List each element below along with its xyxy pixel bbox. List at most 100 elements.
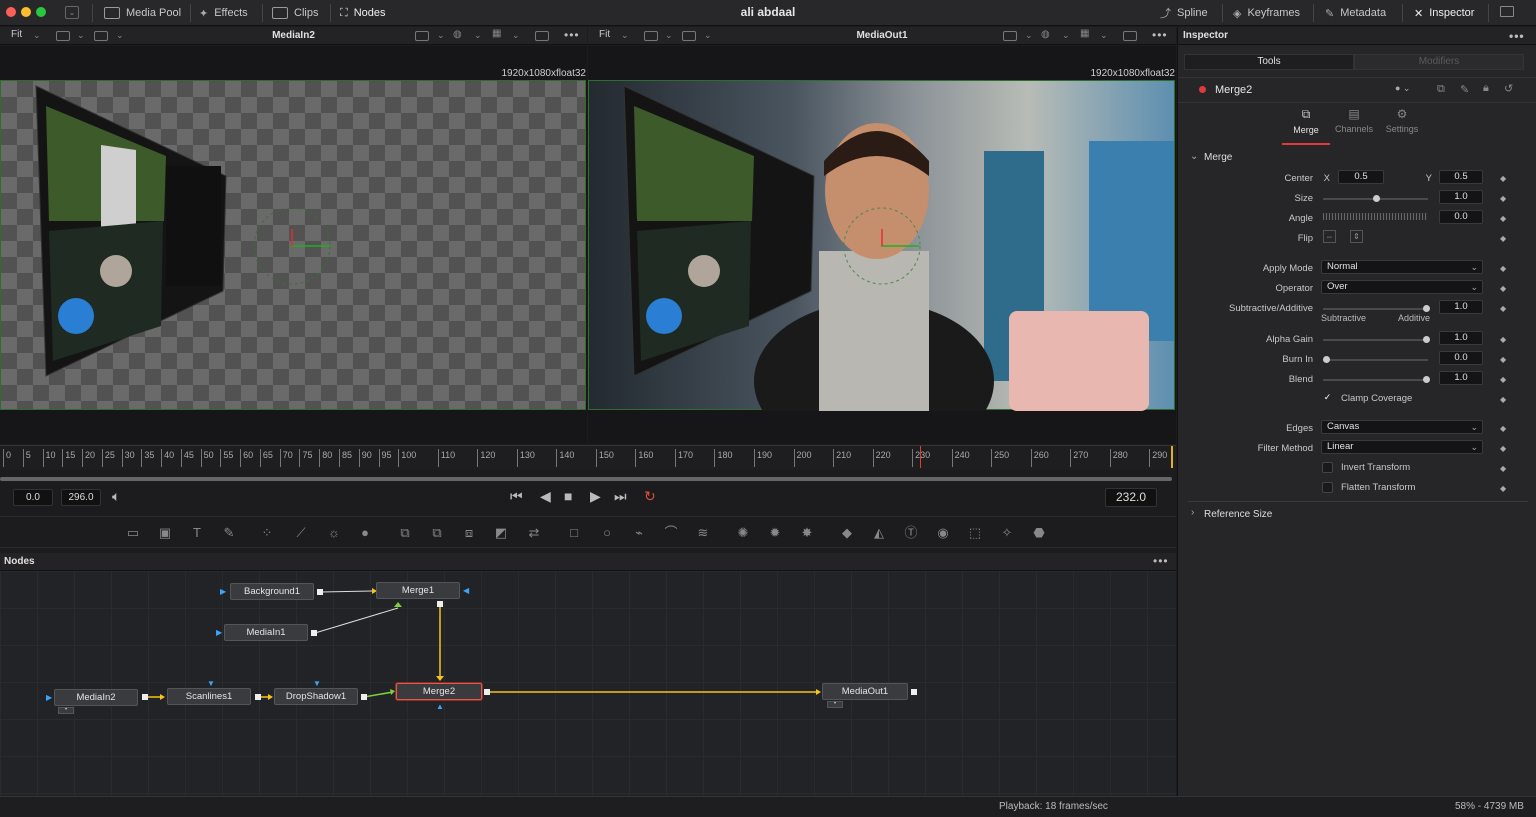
step-back-icon[interactable]: ◀︎	[540, 488, 551, 505]
node-output-port[interactable]	[255, 694, 261, 700]
blur-tool-icon[interactable]: ⧉	[396, 525, 414, 541]
viewer-options-icon[interactable]: •••	[1152, 28, 1168, 42]
angle-thumbwheel[interactable]	[1323, 213, 1428, 220]
render-start-field[interactable]: 0.0	[13, 489, 53, 506]
text-tool-icon[interactable]: T	[188, 525, 206, 541]
nodes-options-icon[interactable]: •••	[1153, 554, 1169, 568]
keyframe-icon[interactable]: ◆	[1500, 335, 1506, 344]
size-slider-knob[interactable]	[1373, 195, 1380, 202]
inspector-button[interactable]: ✕ Inspector	[1414, 0, 1474, 26]
viewer-2-canvas[interactable]	[588, 80, 1175, 411]
light-3d-icon[interactable]: ✧	[998, 525, 1016, 541]
glow-tool-icon[interactable]: ⧉	[428, 525, 446, 541]
node-output-port[interactable]	[317, 589, 323, 595]
bspline-mask-icon[interactable]: ⌒	[662, 525, 680, 541]
go-to-start-icon[interactable]: ⏮︎	[510, 488, 523, 505]
disable-tool-icon[interactable]: ⧉	[1437, 83, 1445, 96]
keyframe-icon[interactable]: ◆	[1500, 444, 1506, 453]
node-mediaout1[interactable]: MediaOut1	[822, 683, 908, 700]
filter-method-select[interactable]: Linear ⌄	[1321, 440, 1483, 454]
merge-3d-icon[interactable]: ◭	[870, 525, 888, 541]
go-to-end-icon[interactable]: ⏭︎	[614, 488, 627, 505]
spline-button[interactable]: ⤴ Spline	[1160, 0, 1208, 26]
background-tool-icon[interactable]: ▭	[124, 525, 142, 541]
clamp-coverage-checkbox[interactable]: ✓	[1322, 392, 1333, 403]
timeline-scrollbar[interactable]	[0, 477, 1172, 481]
subtab-merge[interactable]: ⧉ Merge	[1282, 107, 1330, 145]
keyframe-icon[interactable]: ◆	[1500, 424, 1506, 433]
node-output-port[interactable]	[437, 601, 443, 607]
blend-knob[interactable]	[1423, 376, 1430, 383]
blend-slider[interactable]	[1323, 379, 1428, 381]
tab-modifiers[interactable]: Modifiers	[1354, 54, 1524, 70]
node-scanlines1[interactable]: Scanlines1	[167, 688, 251, 705]
chevron-down-icon[interactable]: ⌄	[33, 30, 41, 41]
keyframe-icon[interactable]: ◆	[1500, 214, 1506, 223]
matte-tool-icon[interactable]: ◩	[492, 525, 510, 541]
flip-vertical-icon[interactable]: ⇕	[1350, 230, 1363, 243]
angle-input[interactable]: 0.0	[1439, 210, 1483, 224]
brightness-tool-icon[interactable]: ☼	[325, 525, 343, 541]
keyframe-icon[interactable]: ◆	[1500, 174, 1506, 183]
node-output-port[interactable]	[484, 689, 490, 695]
loop-icon[interactable]: ↻	[644, 488, 656, 505]
particle-style-icon[interactable]: ✸	[798, 525, 816, 541]
burn-in-input[interactable]: 0.0	[1439, 351, 1483, 365]
apply-mode-select[interactable]: Normal ⌄	[1321, 260, 1483, 274]
keyframe-icon[interactable]: ◆	[1500, 194, 1506, 203]
subtractive-additive-input[interactable]: 1.0	[1439, 300, 1483, 314]
fullscreen-icon[interactable]	[1500, 6, 1514, 17]
particles-tool-icon[interactable]: ⁘	[258, 525, 276, 541]
render-end-field[interactable]: 296.0	[61, 489, 101, 506]
viewer-2[interactable]: 1920x1080xfloat32	[588, 46, 1176, 444]
subtractive-additive-knob[interactable]	[1423, 305, 1430, 312]
ellipse-mask-icon[interactable]: ○	[598, 525, 616, 541]
shape-3d-icon[interactable]: ◆	[838, 525, 856, 541]
invert-transform-checkbox[interactable]	[1322, 462, 1333, 473]
tool-color-icon[interactable]	[1199, 86, 1206, 93]
panel-toggle-icon[interactable]: ⌄	[65, 6, 79, 19]
roi-icon[interactable]	[94, 31, 108, 41]
node-graph[interactable]: ▶ Background1 Merge1 ◀ ▶ MediaIn1 ▶ Medi…	[0, 571, 1176, 796]
section-merge[interactable]: Merge	[1204, 152, 1232, 163]
subtractive-additive-slider[interactable]	[1323, 308, 1428, 310]
keyframe-icon[interactable]: ◆	[1500, 264, 1506, 273]
current-frame-field[interactable]: 232.0	[1105, 488, 1157, 507]
alpha-gain-knob[interactable]	[1423, 336, 1430, 343]
flip-horizontal-icon[interactable]: ⇔	[1323, 230, 1336, 243]
size-input[interactable]: 1.0	[1439, 190, 1483, 204]
close-window-button[interactable]	[6, 7, 16, 17]
merge-tool-icon[interactable]: ⧈	[460, 525, 478, 541]
keyframe-icon[interactable]: ◆	[1500, 234, 1506, 243]
chevron-down-icon[interactable]: ⌄	[704, 30, 712, 41]
play-icon[interactable]: ▶︎	[590, 488, 601, 505]
render-end-marker[interactable]	[1171, 446, 1173, 468]
version-dot-icon[interactable]: ● ⌄	[1395, 83, 1410, 94]
image-plane-3d-icon[interactable]: ⬚	[966, 525, 984, 541]
media-in-tool-icon[interactable]: ▣	[156, 525, 174, 541]
keyframe-icon[interactable]: ◆	[1500, 395, 1506, 404]
time-ruler[interactable]: 0 5 10 15 20 25 30 35 40 45 50 55 60 65 70 75 80 85 90 95 10…	[0, 445, 1176, 469]
playhead[interactable]	[920, 446, 922, 468]
pin-icon[interactable]: ✎	[1460, 83, 1469, 96]
chevron-down-icon[interactable]: ⌄	[77, 30, 85, 41]
view-mode-icon[interactable]	[56, 31, 70, 41]
clips-button[interactable]: Clips	[272, 0, 318, 26]
minimize-window-button[interactable]	[21, 7, 31, 17]
lut-icon[interactable]	[1003, 31, 1017, 41]
transform-tool-icon[interactable]: ⇄	[525, 525, 543, 541]
keyframe-icon[interactable]: ◆	[1500, 484, 1506, 493]
nodes-button[interactable]: ⛶ Nodes	[340, 0, 386, 26]
maximize-window-button[interactable]	[36, 7, 46, 17]
operator-select[interactable]: Over ⌄	[1321, 280, 1483, 294]
node-mediain1[interactable]: MediaIn1	[224, 624, 308, 641]
node-output-port[interactable]	[911, 689, 917, 695]
center-x-input[interactable]: 0.5	[1338, 170, 1384, 184]
chevron-down-icon[interactable]: ⌄	[512, 30, 520, 41]
edges-select[interactable]: Canvas ⌄	[1321, 420, 1483, 434]
reset-icon[interactable]: ↺	[1504, 82, 1513, 95]
alpha-gain-input[interactable]: 1.0	[1439, 331, 1483, 345]
burn-in-slider[interactable]	[1323, 359, 1428, 361]
curves-tool-icon[interactable]: ⟋	[292, 525, 310, 541]
grid-icon[interactable]: ▦	[492, 28, 501, 39]
